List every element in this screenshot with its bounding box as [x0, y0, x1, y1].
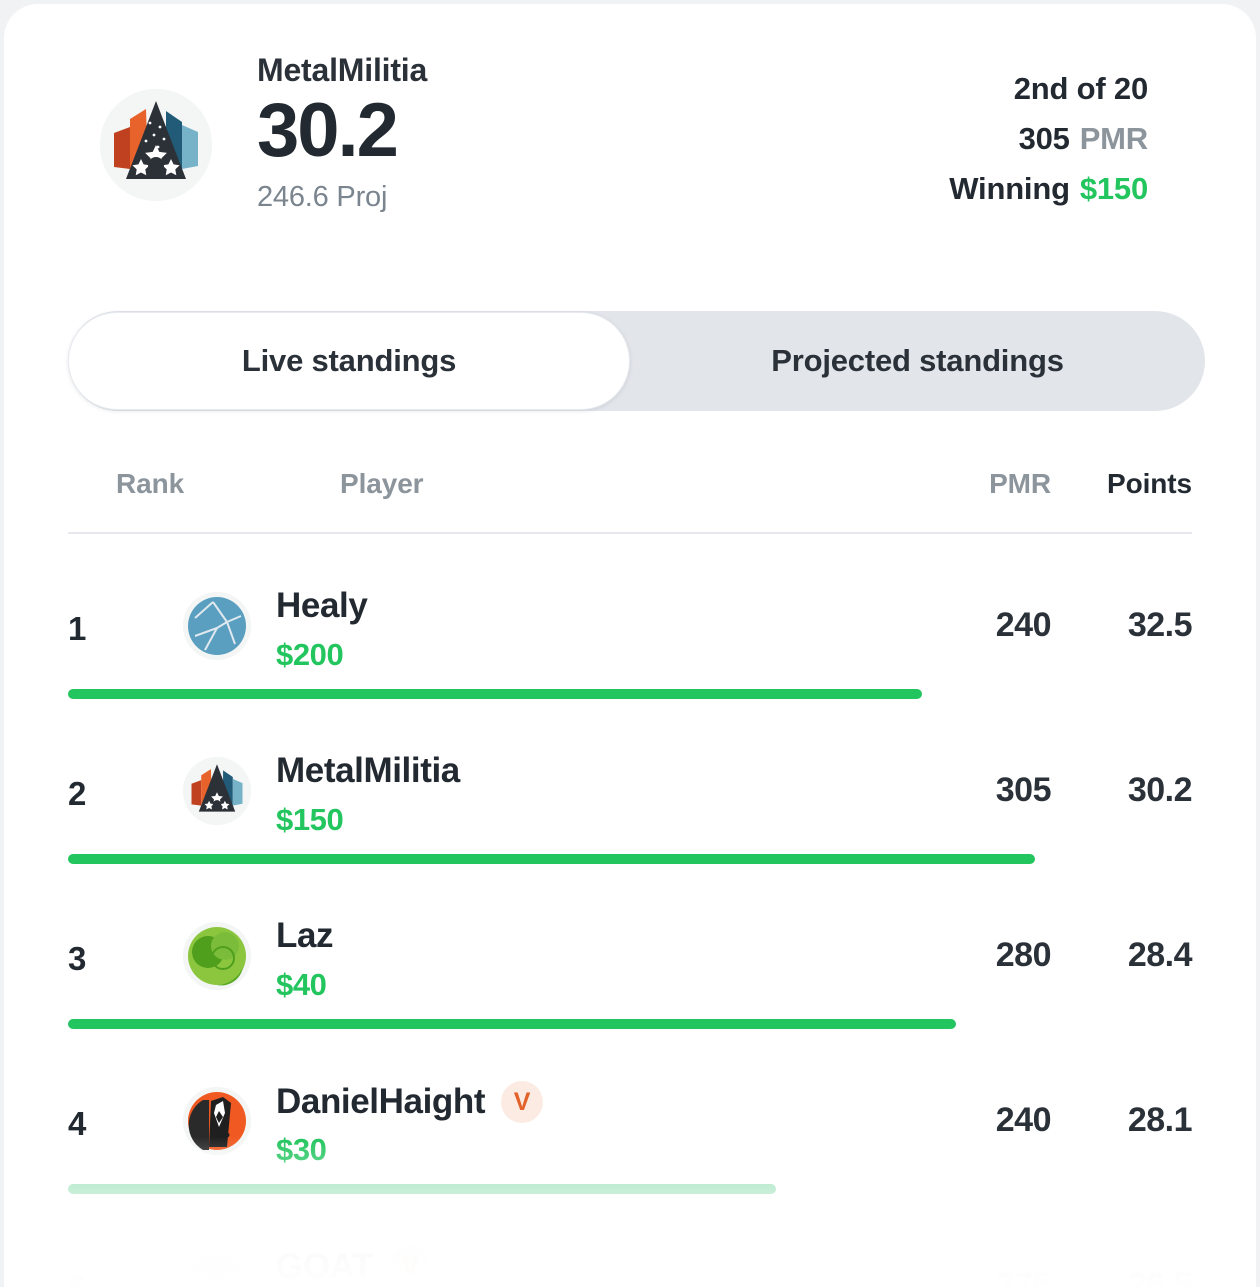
- row-prize: $30: [276, 1132, 327, 1167]
- row-player-name: DanielHaight: [276, 1082, 486, 1121]
- standings-tab-switcher[interactable]: Live standings Projected standings: [68, 311, 1205, 411]
- tab-projected-standings[interactable]: Projected standings: [630, 311, 1205, 411]
- row-rank: 5: [68, 1270, 86, 1287]
- row-player: GOAT V: [276, 1246, 431, 1287]
- pmr-value: 305: [1018, 121, 1070, 157]
- row-rank: 3: [68, 940, 87, 977]
- row-prize: $40: [276, 967, 327, 1002]
- contest-rank: 2nd of 20: [1013, 71, 1148, 106]
- table-row[interactable]: 1 Healy $200 240 32.5: [68, 534, 1193, 699]
- row-rank: 1: [68, 610, 87, 647]
- verified-badge-icon: V: [501, 1081, 544, 1123]
- row-player: Healy: [276, 586, 368, 626]
- row-player: DanielHaight V: [276, 1081, 544, 1123]
- row-prize: $150: [276, 802, 344, 837]
- row-player-name: Laz: [276, 916, 334, 955]
- row-progress-fill: [68, 1019, 956, 1029]
- row-player-name: Healy: [276, 586, 368, 625]
- standings-card: MetalMilitia 30.2 246.6 Proj 2nd of 20 3…: [4, 4, 1256, 1287]
- metalmilitia-logo-icon: [100, 89, 212, 201]
- row-player: MetalMilitia: [276, 751, 460, 791]
- row-points: 28.4: [1127, 936, 1193, 974]
- row-points: 28.1: [1127, 1101, 1193, 1139]
- header-stats: 2nd of 20 305 PMR Winning $150: [949, 64, 1148, 215]
- column-header-rank: Rank: [116, 468, 185, 499]
- winning-amount: $150: [1079, 171, 1148, 207]
- row-pmr: 275: [995, 1266, 1052, 1287]
- app-background: MetalMilitia 30.2 246.6 Proj 2nd of 20 3…: [0, 0, 1260, 1287]
- row-player-name: GOAT: [276, 1247, 373, 1286]
- row-pmr: 280: [995, 936, 1052, 974]
- column-header-player: Player: [340, 468, 424, 499]
- row-points: 30.2: [1127, 771, 1193, 809]
- pmr-stat: 305 PMR: [949, 114, 1149, 164]
- row-progress-track: [68, 1184, 1192, 1194]
- table-header-row: Rank Player PMR Points: [68, 444, 1192, 534]
- healy-avatar-icon: [183, 592, 251, 660]
- row-progress-track: [68, 854, 1192, 864]
- row-progress-fill: [68, 1184, 777, 1194]
- team-score: 30.2: [257, 87, 399, 173]
- row-pmr: 240: [995, 1101, 1052, 1139]
- row-pmr: 305: [995, 771, 1052, 809]
- team-projection: 246.6 Proj: [257, 180, 388, 213]
- row-points: 26.5: [1127, 1266, 1193, 1287]
- table-row[interactable]: 5 GOAT V 275 26.5: [68, 1194, 1193, 1287]
- row-points: 32.5: [1127, 606, 1193, 644]
- row-progress-track: [68, 689, 1192, 699]
- goat-avatar-icon: [183, 1252, 251, 1287]
- metalmilitia-avatar-icon: [183, 757, 251, 825]
- team-summary: MetalMilitia 30.2 246.6 Proj: [100, 52, 427, 214]
- row-progress-fill: [68, 689, 923, 699]
- row-player-name: MetalMilitia: [276, 751, 460, 790]
- standings-table: Rank Player PMR Points 1 Healy $200 240 …: [4, 444, 1256, 1287]
- column-header-points: Points: [1107, 468, 1192, 499]
- column-header-pmr: PMR: [989, 468, 1051, 499]
- team-name: MetalMilitia: [257, 52, 428, 88]
- table-row[interactable]: 3 Laz $40 280 28.4: [68, 864, 1193, 1029]
- table-row[interactable]: 4 DanielHaight V $30 240 28.1: [68, 1029, 1193, 1194]
- row-rank: 4: [68, 1105, 87, 1142]
- row-player: Laz: [276, 916, 334, 956]
- row-rank: 2: [68, 775, 87, 812]
- team-text-block: MetalMilitia 30.2 246.6 Proj: [257, 52, 427, 214]
- laz-avatar-icon: [183, 922, 251, 990]
- table-row[interactable]: 2 MetalMilitia $150 305 30.2: [68, 699, 1193, 864]
- row-progress-track: [68, 1019, 1192, 1029]
- row-pmr: 240: [995, 606, 1052, 644]
- team-header: MetalMilitia 30.2 246.6 Proj 2nd of 20 3…: [4, 4, 1256, 274]
- row-prize: $200: [276, 637, 344, 672]
- tab-live-standings[interactable]: Live standings: [68, 312, 630, 410]
- verified-badge-icon: V: [388, 1246, 431, 1287]
- pmr-label: PMR: [1079, 121, 1148, 157]
- winning-label: Winning: [949, 171, 1070, 207]
- row-progress-fill: [68, 854, 1035, 864]
- winning-stat: Winning $150: [949, 164, 1148, 214]
- danielhaight-avatar-icon: [183, 1087, 251, 1155]
